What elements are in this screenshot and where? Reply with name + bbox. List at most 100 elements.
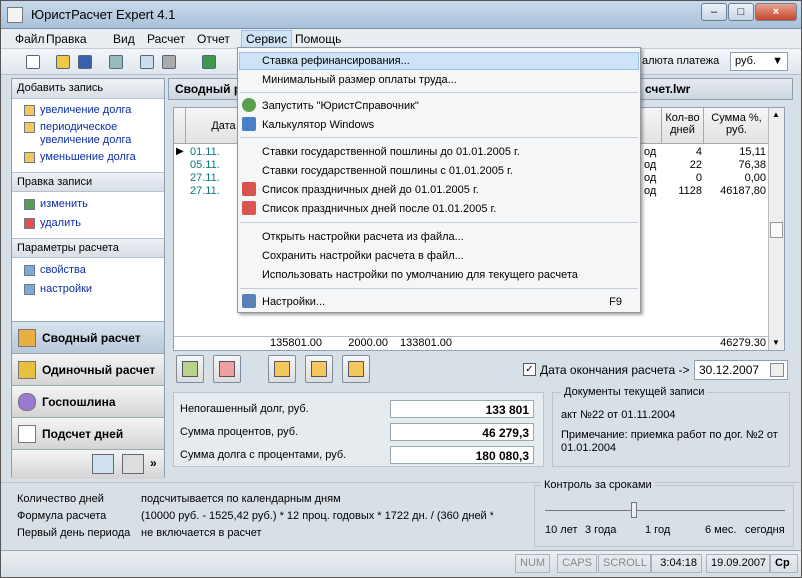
menu-report[interactable]: Отчет (197, 32, 230, 46)
menu-item-refinancing-rate[interactable]: Ставка рефинансирования... (262, 54, 632, 68)
menu-item-default-settings[interactable]: Использовать настройки по умолчанию для … (262, 268, 632, 282)
cell-date: 05.11. (190, 159, 220, 171)
cell-type: од (644, 172, 657, 184)
preview-button[interactable] (137, 52, 155, 70)
nav-footer: » (12, 449, 164, 479)
panel-title-right: счет.lwr (645, 82, 691, 96)
open-button[interactable] (53, 52, 71, 70)
print-setup-button[interactable] (106, 52, 124, 70)
cell-sum: 46187,80 (720, 185, 766, 197)
sidebar-edit-header: Правка записи (12, 172, 164, 192)
end-date-field[interactable]: 30.12.2007 (694, 360, 788, 380)
menu-item-fee-before-2005[interactable]: Ставки государственной пошлины до 01.01.… (262, 145, 632, 159)
title-bar: ЮристРасчет Expert 4.1 – □ × (1, 1, 801, 29)
chart-icon[interactable] (92, 454, 114, 474)
menu-item-min-wage[interactable]: Минимальный размер оплаты труда... (262, 73, 632, 87)
arrows-up-icon (24, 122, 35, 133)
deadline-tick: 1 год (645, 524, 671, 536)
scroll-up-icon[interactable]: ▲ (772, 110, 780, 119)
more-icon[interactable]: » (150, 456, 157, 470)
folder-icon (56, 55, 70, 69)
end-date-value: 30.12.2007 (699, 363, 760, 377)
window-title: ЮристРасчет Expert 4.1 (31, 7, 176, 22)
detail-label: Формула расчета (17, 510, 107, 522)
detail-label: Количество дней (17, 493, 104, 505)
menu-item-save-settings[interactable]: Сохранить настройки расчета в файл... (262, 249, 632, 263)
menu-help[interactable]: Помощь (295, 32, 341, 46)
menu-separator (240, 92, 638, 93)
calendar-15-icon (242, 182, 256, 196)
vertical-scrollbar[interactable]: ▲ ▼ (768, 108, 784, 350)
menu-item-holidays-before-2005[interactable]: Список праздничных дней до 01.01.2005 г. (262, 183, 632, 197)
summary-box: Непогашенный долг, руб. 133 801 Сумма пр… (173, 392, 544, 467)
arrow-down-icon (348, 361, 364, 377)
total-debt: 135801.00 (270, 337, 322, 349)
nav-state-fee[interactable]: Госпошлина (12, 385, 164, 417)
menu-file[interactable]: Файл (15, 32, 45, 46)
decrease-debt-button[interactable] (342, 355, 370, 383)
minimize-button[interactable]: – (701, 3, 727, 21)
nav-day-count[interactable]: Подсчет дней (12, 417, 164, 449)
summary-label: Непогашенный долг, руб. (180, 403, 309, 415)
increase-debt-button[interactable] (268, 355, 296, 383)
maximize-button[interactable]: □ (728, 3, 754, 21)
menu-item-calculator[interactable]: Калькулятор Windows (262, 118, 632, 132)
printer-icon[interactable] (122, 454, 144, 474)
status-bar: NUM CAPS SCROLL 3:04:18 19.09.2007 Ср (1, 550, 801, 577)
menu-separator (240, 222, 638, 223)
sidebar-add-header: Добавить запись (12, 79, 164, 99)
document-note: Примечание: приемка работ по дог. №2 от … (561, 429, 778, 454)
deadline-slider-thumb[interactable] (631, 502, 637, 518)
close-button[interactable]: × (755, 3, 797, 21)
delete-row-button[interactable] (213, 355, 241, 383)
cell-date: 27.11. (190, 172, 220, 184)
column-header-days[interactable]: Кол-во дней (662, 108, 704, 144)
new-button[interactable] (23, 52, 41, 70)
sidebar-item-settings[interactable]: настройки (12, 283, 164, 296)
sidebar-item-properties[interactable]: свойства (12, 264, 164, 277)
detail-label: Первый день периода (17, 527, 131, 539)
menu-calc[interactable]: Расчет (147, 32, 185, 46)
export-excel-button[interactable] (199, 52, 217, 70)
scroll-down-icon[interactable]: ▼ (772, 338, 780, 347)
detail-value: подсчитывается по календарным дням (141, 493, 341, 505)
arrow-up-icon (274, 361, 290, 377)
nav-summary-calc[interactable]: Сводный расчет (12, 321, 164, 353)
table-edit-icon (182, 361, 198, 377)
menu-item-open-settings[interactable]: Открыть настройки расчета из файла... (262, 230, 632, 244)
sidebar-item-delete[interactable]: удалить (12, 217, 164, 230)
save-button[interactable] (75, 52, 93, 70)
calendar-icon[interactable] (770, 363, 784, 377)
sidebar-item-periodic-increase[interactable]: периодическое увеличение долга (12, 121, 164, 147)
calculator-icon (242, 117, 256, 131)
column-header-sum[interactable]: Сумма %, руб. (704, 108, 770, 144)
detail-value: не включается в расчет (141, 527, 262, 539)
nav-single-calc[interactable]: Одиночный расчет (12, 353, 164, 385)
menu-service[interactable]: Сервис (241, 30, 293, 48)
menu-item-launch-reference[interactable]: Запустить "ЮристСправочник" (262, 99, 632, 113)
sidebar-item-increase[interactable]: увеличение долга (12, 104, 164, 117)
total-paid: 2000.00 (348, 337, 388, 349)
end-date-checkbox[interactable]: ✓ (523, 363, 536, 376)
periodic-increase-button[interactable] (305, 355, 333, 383)
menu-item-fee-after-2005[interactable]: Ставки государственной пошлины с 01.01.2… (262, 164, 632, 178)
sidebar-item-edit[interactable]: изменить (12, 198, 164, 211)
cell-sum: 15,11 (739, 146, 766, 158)
scroll-thumb[interactable] (770, 222, 783, 238)
currency-select[interactable]: руб. ▼ (730, 52, 788, 71)
summary-label: Сумма долга с процентами, руб. (180, 449, 347, 461)
deadline-track[interactable] (545, 510, 785, 511)
arrow-up-icon (24, 105, 35, 116)
add-row-button[interactable] (176, 355, 204, 383)
cell-sum: 0,00 (744, 172, 766, 184)
deadline-title: Контроль за сроками (541, 479, 655, 491)
deadline-tick: сегодня (745, 524, 785, 536)
print-button[interactable] (159, 52, 177, 70)
sidebar-item-decrease[interactable]: уменьшение долга (12, 151, 164, 164)
menu-view[interactable]: Вид (113, 32, 135, 46)
status-scroll: SCROLL (598, 554, 653, 573)
menu-item-holidays-after-2005[interactable]: Список праздничных дней после 01.01.2005… (262, 202, 632, 216)
menu-edit[interactable]: Правка (46, 32, 87, 46)
currency-value: руб. (735, 55, 756, 67)
menu-item-settings[interactable]: Настройки... F9 (262, 295, 632, 309)
